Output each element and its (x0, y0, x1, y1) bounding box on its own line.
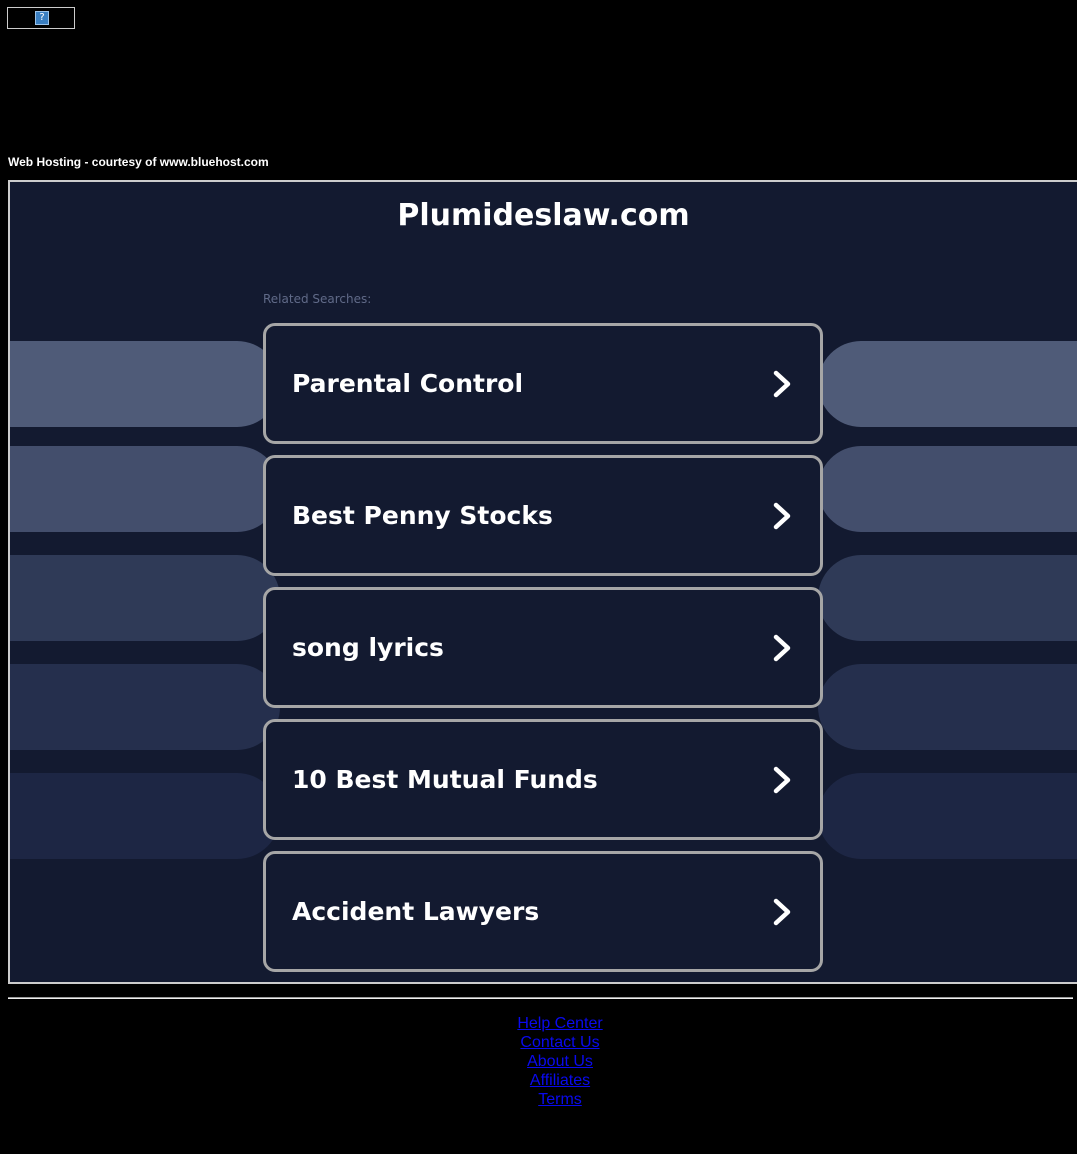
background-pill (818, 555, 1077, 641)
divider (8, 997, 1073, 999)
background-pill (10, 773, 280, 859)
footer-link-contact-us[interactable]: Contact Us (0, 1033, 1077, 1052)
chevron-right-icon (773, 766, 791, 794)
search-link-label: Accident Lawyers (292, 897, 540, 926)
footer-link-terms[interactable]: Terms (0, 1090, 1077, 1109)
hosting-credit: Web Hosting - courtesy of www.bluehost.c… (8, 155, 269, 169)
background-pill (10, 555, 280, 641)
search-link-label: Best Penny Stocks (292, 501, 553, 530)
search-link-label: Parental Control (292, 369, 524, 398)
chevron-right-icon (773, 634, 791, 662)
background-pill (10, 446, 280, 532)
search-link-song-lyrics[interactable]: song lyrics (263, 587, 823, 708)
background-pill (818, 341, 1077, 427)
chevron-right-icon (773, 898, 791, 926)
search-link-best-penny-stocks[interactable]: Best Penny Stocks (263, 455, 823, 576)
footer-link-help-center[interactable]: Help Center (0, 1014, 1077, 1033)
search-link-label: song lyrics (292, 633, 444, 662)
ad-banner-placeholder[interactable]: ? (7, 7, 75, 29)
search-link-parental-control[interactable]: Parental Control (263, 323, 823, 444)
footer-links: Help Center Contact Us About Us Affiliat… (0, 1014, 1077, 1109)
background-pill (818, 773, 1077, 859)
parked-domain-panel: Plumideslaw.com Related Searches: Parent… (8, 180, 1077, 984)
background-pill (10, 664, 280, 750)
search-link-10-best-mutual-funds[interactable]: 10 Best Mutual Funds (263, 719, 823, 840)
footer-link-about-us[interactable]: About Us (0, 1052, 1077, 1071)
background-pill (10, 341, 280, 427)
background-pill (818, 446, 1077, 532)
footer-link-affiliates[interactable]: Affiliates (0, 1071, 1077, 1090)
search-link-label: 10 Best Mutual Funds (292, 765, 598, 794)
related-searches-label: Related Searches: (263, 292, 372, 306)
chevron-right-icon (773, 502, 791, 530)
search-link-accident-lawyers[interactable]: Accident Lawyers (263, 851, 823, 972)
chevron-right-icon (773, 370, 791, 398)
broken-image-icon: ? (35, 11, 49, 25)
domain-title: Plumideslaw.com (397, 198, 690, 233)
background-pill (818, 664, 1077, 750)
